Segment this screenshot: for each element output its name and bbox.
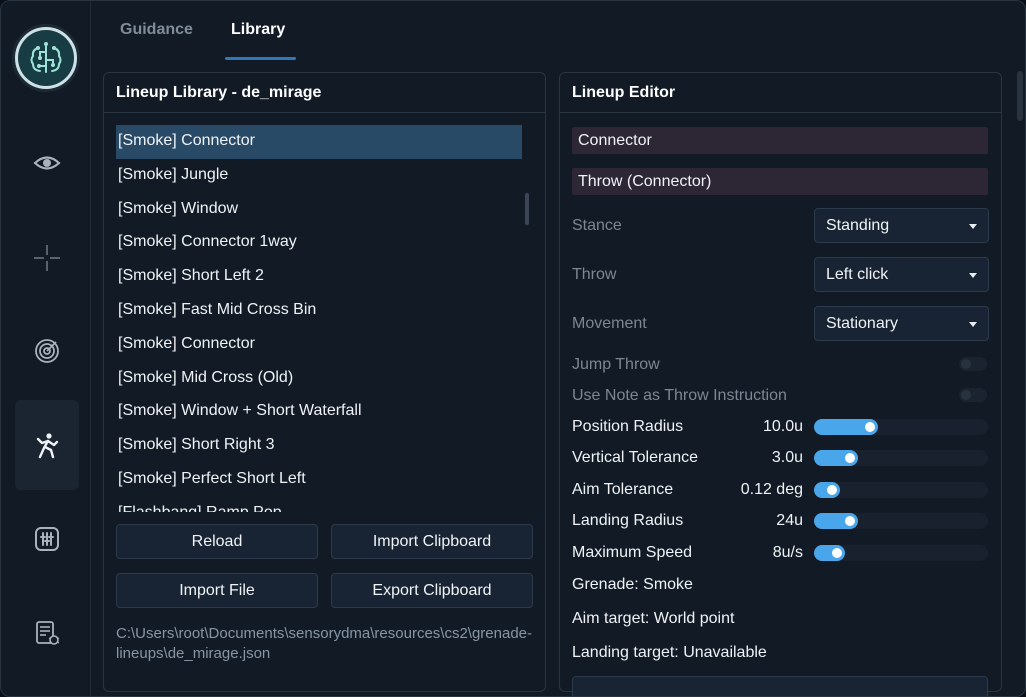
- throw-name-field[interactable]: Throw (Connector): [572, 168, 988, 195]
- slider-value: 8u/s: [772, 544, 803, 561]
- slider-track[interactable]: [814, 482, 988, 498]
- eye-icon: [33, 156, 61, 170]
- lineup-list-item[interactable]: [Smoke] Connector: [116, 125, 522, 159]
- slider-track[interactable]: [814, 513, 988, 529]
- nav-item-crosshair[interactable]: [15, 213, 79, 303]
- slider-value: 3.0u: [771, 449, 803, 466]
- chevron-down-icon: [969, 224, 977, 229]
- slider-label: Position Radius: [572, 418, 684, 435]
- jump-throw-toggle[interactable]: [959, 357, 987, 371]
- movement-value: Stationary: [826, 315, 899, 332]
- slider-knob[interactable]: [844, 516, 855, 526]
- lineup-name-field[interactable]: Connector: [572, 127, 988, 154]
- slider-track[interactable]: [814, 450, 988, 466]
- lineup-list-item[interactable]: [Smoke] Connector 1way: [116, 226, 522, 260]
- stance-select[interactable]: Standing: [814, 208, 989, 243]
- slider-label: Vertical Tolerance: [572, 449, 698, 466]
- lineup-list-item[interactable]: [Smoke] Window + Short Waterfall: [116, 395, 522, 429]
- lineup-editor-panel: Lineup Editor Connector Throw (Connector…: [559, 72, 1002, 696]
- lineup-list-item[interactable]: [Smoke] Window: [116, 193, 522, 227]
- lineup-list-item[interactable]: [Smoke] Mid Cross (Old): [116, 362, 522, 396]
- editor-title: Lineup Editor: [560, 73, 1001, 113]
- lineup-list[interactable]: [Smoke] Connector [Smoke] Jungle [Smoke] W…: [116, 125, 522, 512]
- import-file-button[interactable]: Import File: [116, 573, 318, 608]
- library-title: Lineup Library - de_mirage: [104, 73, 545, 113]
- nav-item-radar[interactable]: [15, 306, 79, 396]
- slider-label: Landing Radius: [572, 512, 684, 529]
- lineup-library-panel: Lineup Library - de_mirage [Smoke] Conne…: [103, 72, 546, 692]
- landing-target-info: Landing target: Unavailable: [572, 644, 767, 661]
- lineup-list-item[interactable]: [Smoke] Fast Mid Cross Bin: [116, 294, 522, 328]
- lineup-list-item[interactable]: [Smoke] Short Left 2: [116, 260, 522, 294]
- radar-icon: [35, 339, 59, 363]
- slider-knob[interactable]: [844, 453, 855, 463]
- crosshair-icon: [34, 245, 60, 271]
- app-window: Guidance Library Lineup Library - de_mir…: [0, 0, 1026, 697]
- brain-circuit-icon: [30, 42, 62, 73]
- throw-person-icon: [36, 433, 59, 459]
- throw-value: Left click: [826, 266, 889, 283]
- reload-button[interactable]: Reload: [116, 524, 318, 559]
- throw-select[interactable]: Left click: [814, 257, 989, 292]
- movement-label: Movement: [572, 315, 647, 332]
- nav-item-logs[interactable]: [15, 588, 79, 678]
- tab-bar: Guidance Library: [101, 1, 1001, 61]
- lineup-list-item[interactable]: [Smoke] Short Right 3: [116, 429, 522, 463]
- nav-item-grenades[interactable]: [15, 400, 79, 490]
- slider-label: Aim Tolerance: [572, 481, 674, 498]
- tab-library[interactable]: Library: [231, 21, 285, 39]
- document-bug-icon: [36, 621, 60, 645]
- stance-value: Standing: [826, 217, 890, 234]
- slider-value: 24u: [776, 512, 803, 529]
- app-logo: [12, 24, 80, 92]
- lineup-list-item[interactable]: [Smoke] Connector: [116, 328, 522, 362]
- sliders-icon: [35, 527, 59, 551]
- nav-item-settings[interactable]: [15, 494, 79, 584]
- use-note-toggle[interactable]: [959, 388, 987, 402]
- grenade-info: Grenade: Smoke: [572, 576, 693, 593]
- export-clipboard-button[interactable]: Export Clipboard: [331, 573, 533, 608]
- use-note-label: Use Note as Throw Instruction: [572, 387, 787, 404]
- editor-action-button[interactable]: [572, 676, 988, 696]
- lineup-list-scrollbar[interactable]: [525, 193, 529, 225]
- sidebar: [1, 1, 91, 696]
- page-scrollbar[interactable]: [1017, 71, 1023, 121]
- import-clipboard-button[interactable]: Import Clipboard: [331, 524, 533, 559]
- throw-label: Throw: [572, 266, 617, 283]
- jump-throw-label: Jump Throw: [572, 356, 660, 373]
- lineup-list-item[interactable]: [Smoke] Perfect Short Left: [116, 463, 522, 497]
- aim-target-info: Aim target: World point: [572, 610, 735, 627]
- stance-label: Stance: [572, 217, 622, 234]
- slider-track[interactable]: [814, 545, 988, 561]
- tab-guidance[interactable]: Guidance: [120, 21, 193, 39]
- lineup-list-item[interactable]: [Smoke] Jungle: [116, 159, 522, 193]
- slider-label: Maximum Speed: [572, 544, 693, 561]
- chevron-down-icon: [969, 322, 977, 327]
- library-file-path: C:\Users\root\Documents\sensorydma\resou…: [116, 625, 533, 662]
- nav-item-visuals[interactable]: [15, 118, 79, 208]
- movement-select[interactable]: Stationary: [814, 306, 989, 341]
- chevron-down-icon: [969, 273, 977, 278]
- slider-track[interactable]: [814, 419, 988, 435]
- active-tab-indicator: [225, 57, 296, 60]
- lineup-list-item[interactable]: [Flashbang] Ramp Pop: [116, 497, 522, 512]
- slider-value: 0.12 deg: [740, 481, 803, 498]
- slider-value: 10.0u: [762, 418, 803, 435]
